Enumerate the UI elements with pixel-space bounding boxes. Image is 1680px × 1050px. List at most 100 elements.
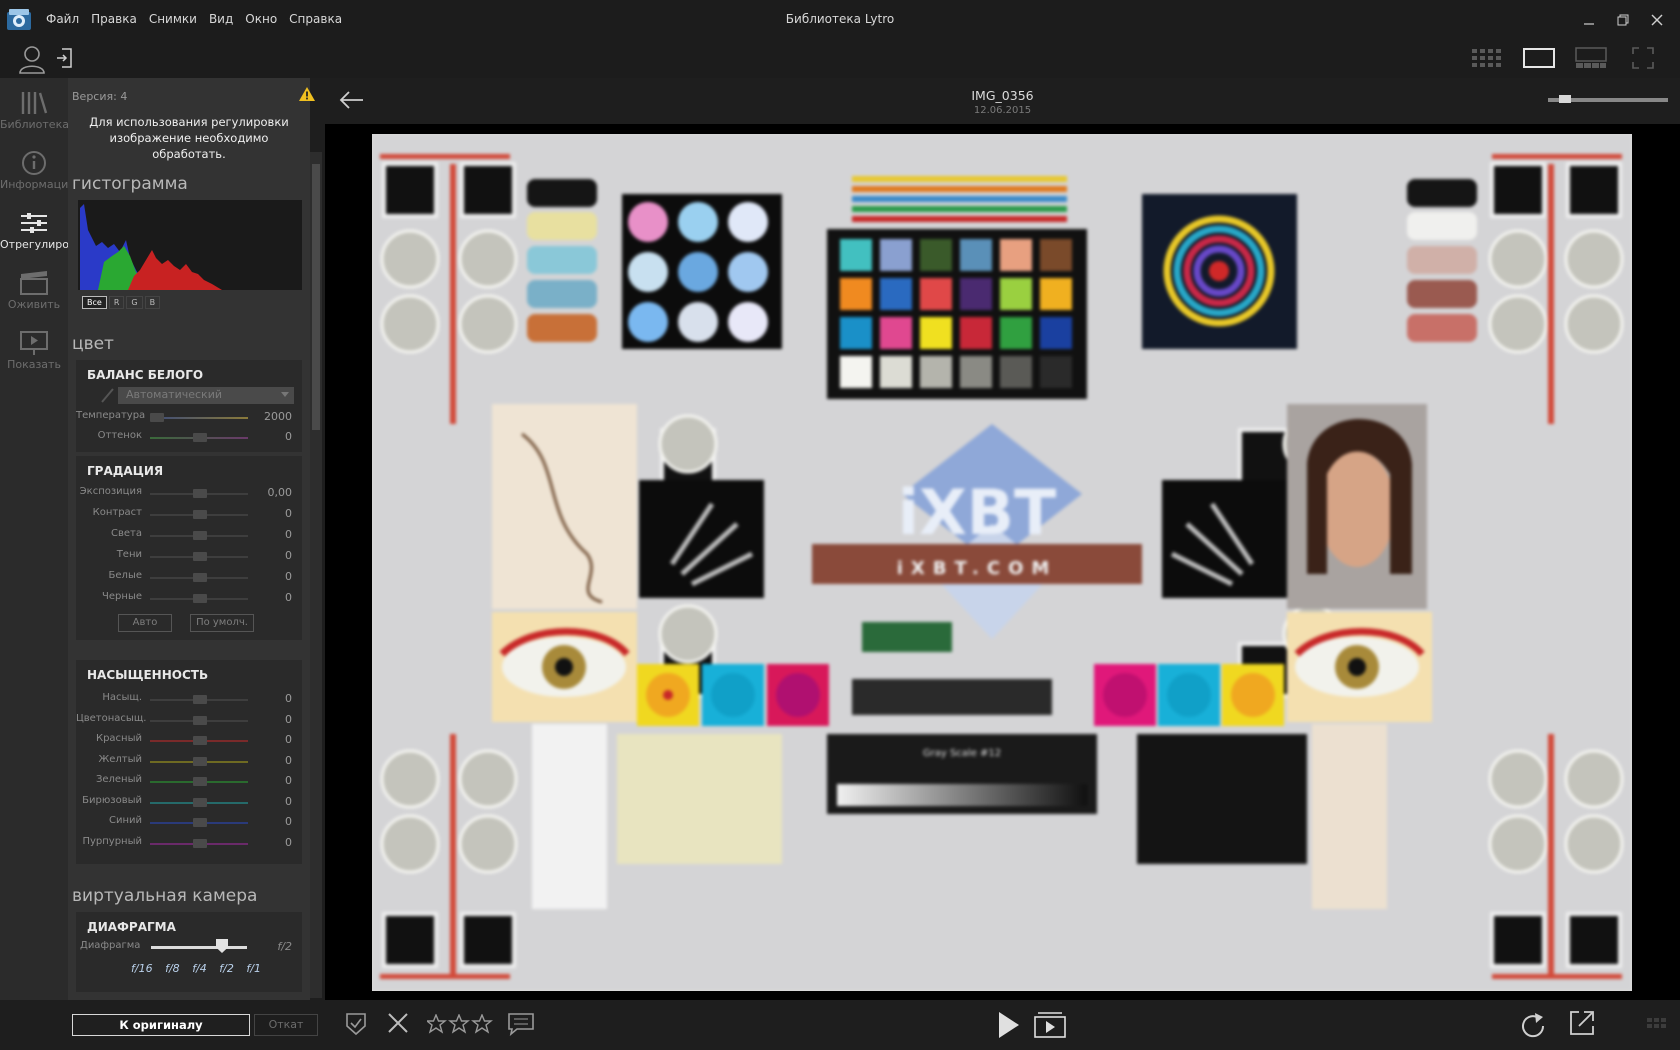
filmstrip-icon [1647,1018,1666,1028]
play-button[interactable] [997,1010,1021,1043]
warning-icon[interactable] [298,86,316,105]
histogram-tab-all[interactable]: Все [82,296,107,309]
temperature-slider[interactable] [150,413,164,422]
nav-info[interactable]: Информация [0,144,68,200]
zoom-slider-knob[interactable] [1558,95,1571,103]
nav-library[interactable]: Библиотека [0,84,68,140]
slider-knob[interactable] [193,594,207,603]
panel-scrollbar-thumb[interactable] [312,164,320,430]
slider-knob[interactable] [193,818,207,827]
star-rating[interactable] [425,1013,493,1037]
slider-label: Белые [108,570,142,581]
slider-row: Насыщ. 0 [76,692,302,708]
slider-row: Пурпурный 0 [76,836,302,852]
top-toolbar [0,40,1680,78]
aperture-slider[interactable] [216,939,228,953]
histogram-tab-r[interactable]: R [108,296,125,309]
restore-button[interactable] [1606,8,1640,32]
restore-icon [1617,14,1629,26]
slider-knob[interactable] [193,489,207,498]
star-rating-icon [425,1013,493,1034]
slider-row: Контраст 0 [76,507,302,523]
slider-knob[interactable] [193,695,207,704]
filmstrip-toggle[interactable] [1647,1018,1667,1035]
aperture-tick: f/16 [131,962,153,975]
tint-slider[interactable] [193,433,207,442]
histogram [78,200,302,290]
bottom-toolbar [325,1000,1680,1050]
slider-row: Света 0 [76,528,302,544]
animate-icon [20,271,48,295]
version-label: Версия: 4 [72,90,128,103]
close-button[interactable] [1640,8,1674,32]
sign-in-button[interactable] [56,48,72,71]
nav-animate-label: Оживить [7,298,61,311]
white-balance-preset-select[interactable]: Автоматический [118,387,294,404]
shield-check-icon [346,1013,366,1036]
slider-row: Тени 0 [76,549,302,565]
slider-knob[interactable] [193,552,207,561]
single-view-button[interactable] [1522,46,1556,70]
viewer-header: IMG_0356 12.06.2015 [325,78,1680,124]
pick-button[interactable] [345,1012,367,1039]
slider-row: Белые 0 [76,570,302,586]
slider-label: Света [111,528,142,539]
histogram-tab-g[interactable]: G [126,296,143,309]
slider-knob[interactable] [193,756,207,766]
nav-info-label: Информация [0,178,68,191]
nav-adjust[interactable]: Отрегулировать [0,204,68,260]
auto-button[interactable]: Авто [118,614,172,632]
slider-label: Контраст [92,507,142,518]
fullscreen-button[interactable] [1626,46,1660,70]
slider-knob[interactable] [193,715,207,725]
reject-button[interactable] [387,1012,409,1037]
slider-value: 0,00 [267,486,293,499]
account-button[interactable] [18,44,46,77]
nav-library-label: Библиотека [0,118,68,131]
aperture-tick: f/2 [219,962,234,975]
grayscale-label: Gray Scale #12 [923,748,1001,759]
nav-adjust-label: Отрегулировать [0,238,68,251]
slider-value: 0 [285,570,292,583]
slider-row: Цветонасыщ. 0 [76,713,302,729]
to-original-button[interactable]: К оригиналу [72,1014,250,1036]
slider-row: Черные 0 [76,591,302,607]
nav-animate[interactable]: Оживить [0,264,68,320]
image-stage: iXBT iXBT.COM Gray Scale #12 [325,124,1680,1000]
undo-button[interactable]: Откат [254,1014,318,1036]
slider-value: 0 [285,507,292,520]
grid-view-button[interactable] [1470,46,1504,70]
photo[interactable]: iXBT iXBT.COM Gray Scale #12 [372,134,1632,991]
histogram-tab-b[interactable]: B [144,296,161,309]
play-animation-button[interactable] [1033,1011,1067,1042]
share-button[interactable] [1569,1010,1595,1039]
filmstrip-view-button[interactable] [1574,46,1608,70]
default-button[interactable]: По умолч. [190,614,254,632]
panel-scrollbar[interactable] [310,152,322,998]
user-icon [19,46,45,74]
nav-present[interactable]: Показать [0,324,68,380]
rotate-button[interactable] [1519,1012,1547,1043]
slider-knob[interactable] [193,777,207,786]
minimize-button[interactable] [1572,8,1606,32]
eyedropper-icon[interactable] [100,386,116,404]
aperture-scale: f/16 f/8 f/4 f/2 f/1 [131,962,261,975]
gradation-title: ГРАДАЦИЯ [87,464,164,478]
slider-value: 0 [285,733,292,746]
temperature-track[interactable] [150,417,248,419]
present-icon [20,331,48,355]
slider-row: Синий 0 [76,815,302,831]
slider-knob[interactable] [193,531,207,540]
slider-knob[interactable] [193,510,207,519]
slider-label: Оттенок [97,430,142,441]
slider-knob[interactable] [193,573,207,582]
slider-knob[interactable] [193,797,207,807]
minimize-icon [1584,23,1594,25]
slider-knob[interactable] [193,838,207,848]
title-bar: Файл Правка Снимки Вид Окно Справка Библ… [0,0,1680,40]
comment-button[interactable] [507,1012,535,1039]
zoom-slider[interactable] [1548,95,1668,103]
aperture-track[interactable] [151,946,247,949]
aperture-label: Диафрагма [80,940,141,951]
slider-knob[interactable] [193,736,207,745]
